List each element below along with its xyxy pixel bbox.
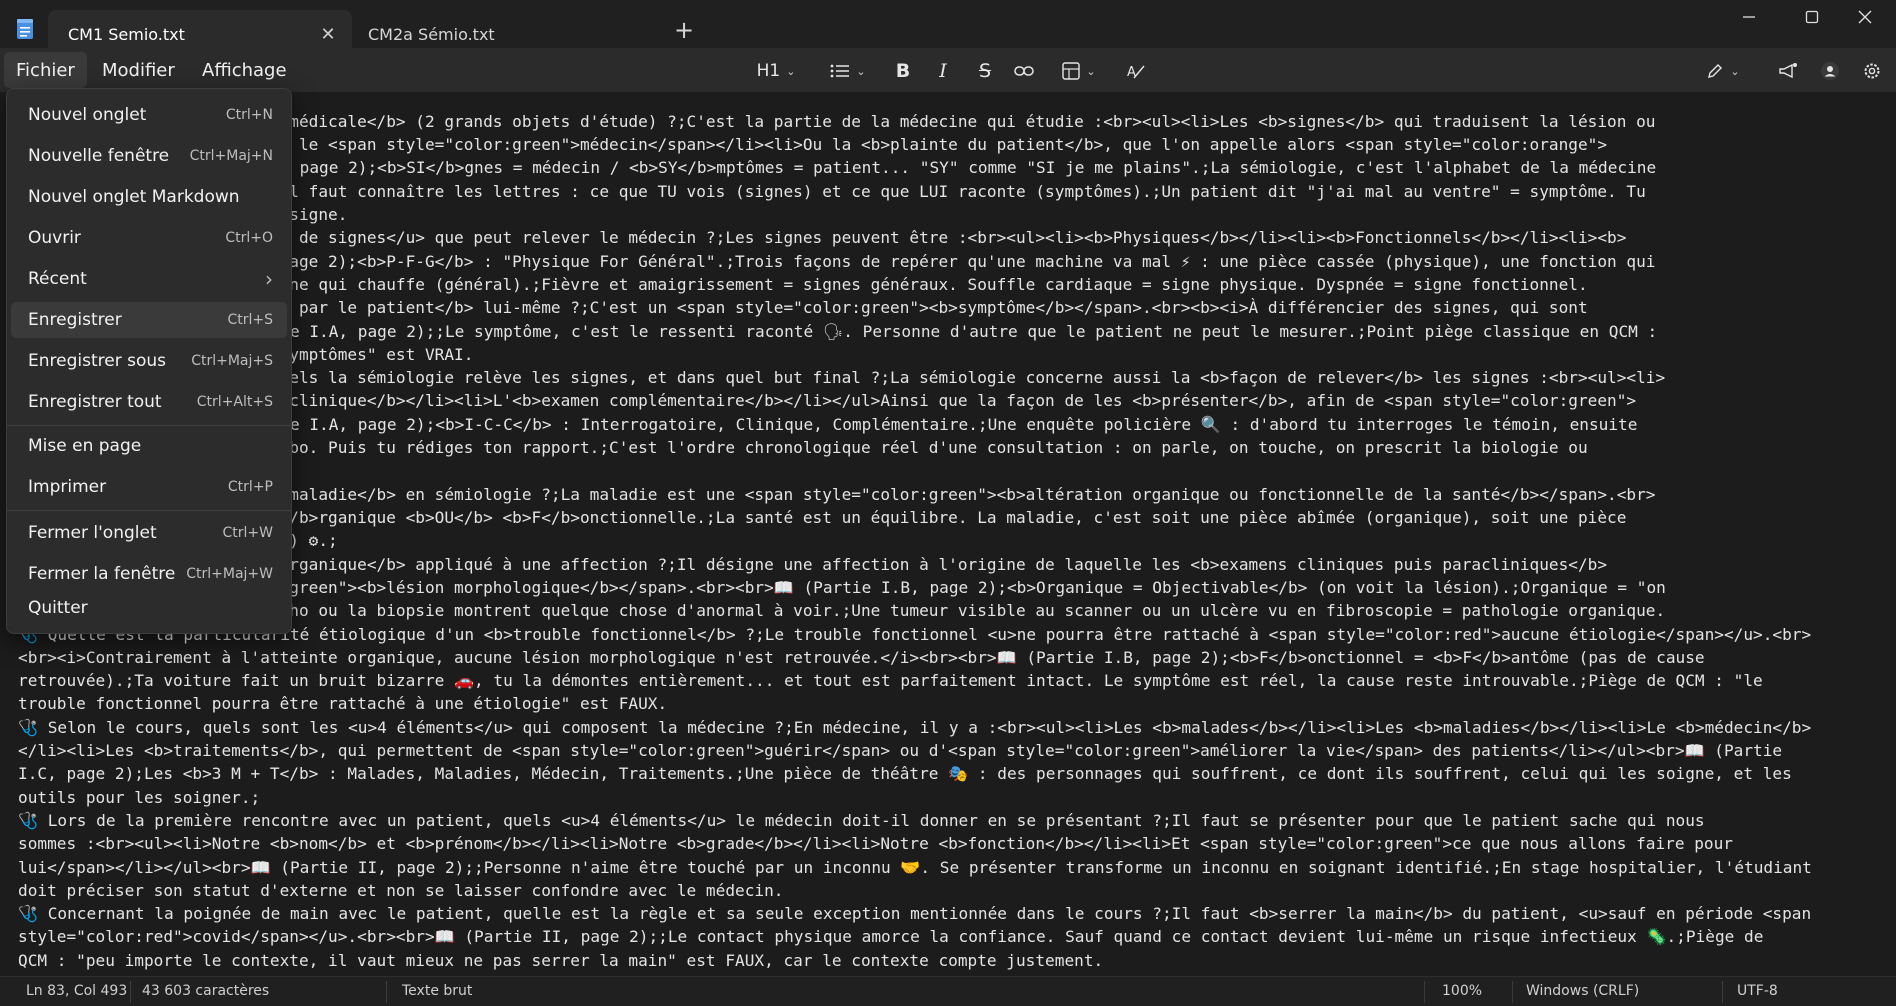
line-ending[interactable]: Windows (CRLF) [1526, 983, 1639, 999]
text-line: Le scanner, l'écho ou la biopsie montren… [18, 601, 1666, 620]
chevron-down-icon: ⌄ [786, 64, 796, 78]
menu-item-imprimer[interactable]: Imprimer Ctrl+P [11, 469, 287, 505]
menu-item-quitter[interactable]: Quitter [11, 590, 287, 626]
status-divider [386, 981, 387, 1003]
list-dropdown[interactable]: ⌄ [826, 58, 870, 84]
menu-bar: Fichier Modifier Affichage H1 ⌄ ⌄ B I S ⌄… [0, 48, 1896, 92]
pen-icon [1708, 64, 1723, 78]
text-line: tu envoies au labo. Puis tu rédiges ton … [18, 438, 1588, 457]
pen-dropdown[interactable]: ⌄ [1700, 58, 1746, 84]
text-line: doit préciser son statut d'externe et no… [18, 881, 784, 900]
menu-affichage[interactable]: Affichage [190, 52, 299, 88]
tab-label: CM2a Sémio.txt [368, 24, 495, 44]
menu-item-nouvelle-fenetre[interactable]: Nouvelle fenêtre Ctrl+Maj+N [11, 138, 287, 174]
close-icon[interactable]: ✕ [318, 24, 338, 45]
megaphone-icon[interactable] [1776, 58, 1800, 84]
menu-item-fermer-onglet[interactable]: Fermer l'onglet Ctrl+W [11, 515, 287, 551]
text-line: trouble fonctionnel pourra être rattaché… [18, 694, 668, 713]
menu-item-mise-en-page[interactable]: Mise en page [11, 428, 287, 464]
encoding[interactable]: UTF-8 [1737, 983, 1778, 999]
minimize-button[interactable] [1718, 0, 1780, 34]
status-divider [1512, 981, 1513, 1003]
tab-label: CM1 Semio.txt [68, 24, 185, 44]
menu-item-recent[interactable]: Récent › [11, 261, 287, 297]
status-bar: Ln 83, Col 493 43 603 caractères Texte b… [0, 976, 1896, 1006]
notepad-icon [17, 19, 33, 39]
text-line: sommes :<br><ul><li>Notre <b>nom</b> et … [18, 834, 1733, 853]
text-line: ne le terme <b>organique</b> appliqué à … [18, 555, 1608, 574]
text-line: <br><i>Contrairement à l'atteinte organi… [18, 648, 1705, 667]
text-line: br><br>📖 (Partie I.A, page 2);<b>I-C-C</… [18, 415, 1638, 434]
text-line: style="color:red">covid</span></u>.<br><… [18, 927, 1764, 946]
menu-divider [7, 510, 291, 511]
text-line: retrouvée).;Ta voiture fait un bruit biz… [18, 671, 1763, 690]
text-line: >📖 (Partie I.A, page 2);<b>SI</b>gnes = … [18, 158, 1657, 177]
text-line: exacte de la <b>maladie</b> en sémiologi… [18, 485, 1656, 504]
text-line: QCM : "peu importe le contexte, il vaut … [18, 951, 1104, 970]
menu-item-nouvel-onglet[interactable]: Nouvel onglet Ctrl+N [11, 97, 287, 133]
cursor-position[interactable]: Ln 83, Col 493 [26, 983, 127, 999]
text-line: ;Maladie = <b>O</b>rganique <b>OU</b> <b… [18, 508, 1627, 527]
menu-divider [7, 425, 291, 426]
text-line: mal (fonctionnel) ⚙.; [134, 531, 338, 550]
text-line: respondent aux symptômes" est VRAI. [134, 345, 474, 364]
heading-label: H1 [756, 61, 781, 81]
text-line: e diagnostic), il faut connaître les let… [18, 182, 1646, 201]
menu-item-nouvel-onglet-markdown[interactable]: Nouvel onglet Markdown [11, 179, 287, 215]
table-dropdown[interactable]: ⌄ [1056, 58, 1102, 84]
text-line: <li>L'<b>examen clinique</b></li><li>L'<… [18, 391, 1637, 410]
text-line: an style="color:green"><b>lésion morphol… [18, 578, 1666, 597]
text-line: 🩺 Concernant la poignée de main avec le … [18, 904, 1812, 923]
italic-icon[interactable]: I [932, 58, 954, 84]
text-line: a <b>sémiologie médicale</b> (2 grands o… [18, 112, 1656, 131]
close-icon [1858, 10, 1872, 24]
chevron-right-icon: › [265, 267, 273, 291]
chevron-down-icon: ⌄ [1730, 64, 1740, 78]
text-line: u toute la machine qui chauffe (général)… [18, 275, 1588, 294]
link-icon[interactable] [1012, 58, 1036, 84]
file-menu-dropdown: Nouvel onglet Ctrl+N Nouvelle fenêtre Ct… [6, 88, 292, 634]
clear-formatting-icon[interactable]: A [1124, 58, 1148, 84]
account-icon[interactable] [1818, 58, 1842, 84]
text-line: lui</span></li></ul><br>📖 (Partie II, pa… [18, 858, 1812, 877]
text-line: t les <u>3 types de signes</u> que peut … [18, 228, 1627, 247]
new-tab-button[interactable]: + [672, 16, 696, 44]
menu-item-enregistrer[interactable]: Enregistrer Ctrl+S [11, 302, 287, 338]
bold-icon[interactable]: B [892, 58, 914, 84]
text-line: ▉ (Partie I.A, page 2);<b>P-F-G</b> : "P… [18, 252, 1656, 271]
text-line: ns</u> par lesquels la sémiologie relève… [18, 368, 1666, 387]
chevron-down-icon: ⌄ [1086, 64, 1096, 78]
chevron-down-icon: ⌄ [856, 64, 866, 78]
text-line: que peut relever le <span style="color:g… [18, 135, 1608, 154]
minimize-icon [1743, 16, 1755, 18]
text-line: outils pour les soigner.; [18, 788, 261, 807]
menu-item-enregistrer-sous[interactable]: Enregistrer sous Ctrl+Maj+S [11, 343, 287, 379]
text-line: br><br>📖 (Partie I.A, page 2);;Le symptô… [18, 322, 1658, 341]
status-divider [130, 981, 131, 1003]
close-window-button[interactable] [1834, 0, 1896, 34]
text-line: se abdominale = signe. [134, 205, 348, 224]
status-divider [1722, 981, 1723, 1003]
strikethrough-icon[interactable]: S [974, 58, 996, 84]
menu-fichier[interactable]: Fichier [4, 52, 87, 88]
text-line: </li><li>Les <b>traitements</b>, qui per… [18, 741, 1783, 760]
text-line: I.C, page 2);Les <b>3 M + T</b> : Malade… [18, 764, 1792, 783]
text-line: 🩺 Quelle est la particularité étiologiqu… [18, 625, 1812, 644]
menu-modifier[interactable]: Modifier [90, 52, 187, 88]
menu-item-fermer-fenetre[interactable]: Fermer la fenêtre Ctrl+Maj+W [11, 556, 287, 592]
menu-item-ouvrir[interactable]: Ouvrir Ctrl+O [11, 220, 287, 256]
menu-item-enregistrer-tout[interactable]: Enregistrer tout Ctrl+Alt+S [11, 384, 287, 420]
gear-icon[interactable] [1860, 58, 1884, 84]
status-divider [1424, 981, 1425, 1003]
text-line: 🩺 Lors de la première rencontre avec un … [18, 811, 1705, 830]
text-format[interactable]: Texte brut [402, 983, 472, 999]
maximize-icon [1805, 10, 1819, 24]
character-count: 43 603 caractères [142, 983, 270, 999]
text-line: 🩺 Selon le cours, quels sont les <u>4 él… [18, 718, 1812, 737]
heading-dropdown[interactable]: H1 ⌄ [752, 58, 800, 84]
text-line: plainte exprimée par le patient</b> lui-… [18, 298, 1588, 317]
table-icon [1062, 62, 1081, 80]
zoom-level[interactable]: 100% [1442, 983, 1482, 999]
list-icon [830, 64, 850, 78]
